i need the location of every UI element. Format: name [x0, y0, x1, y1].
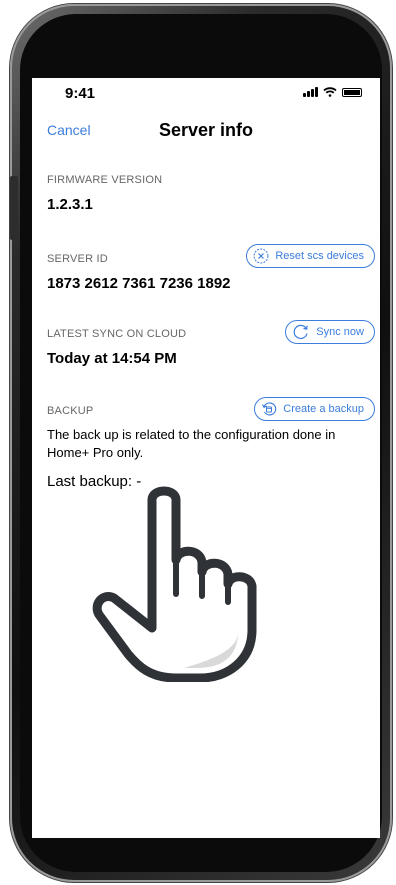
firmware-label: FIRMWARE VERSION [47, 174, 163, 186]
backup-description: The back up is related to the configurat… [47, 427, 336, 460]
status-bar: 9:41 [32, 78, 380, 108]
status-icons [303, 87, 362, 97]
backup-label: BACKUP [47, 405, 94, 417]
firmware-value: 1.2.3.1 [47, 196, 93, 213]
latest-sync-value: Today at 14:54 PM [47, 350, 177, 367]
app-screen: 9:41 Cancel Server info FIRMWARE VERSION… [32, 78, 380, 838]
pointing-hand-icon [92, 486, 257, 682]
server-id-label: SERVER ID [47, 253, 108, 265]
cellular-signal-icon [303, 87, 318, 97]
status-time: 9:41 [65, 85, 96, 102]
sync-now-button[interactable]: Sync now [285, 320, 375, 344]
x-circle-icon [253, 248, 269, 264]
page-title: Server info [158, 120, 254, 140]
navigation-bar: Cancel Server info [32, 118, 380, 146]
reset-scs-devices-label: Reset scs devices [275, 250, 364, 262]
phone-side-button [10, 176, 18, 240]
create-backup-label: Create a backup [283, 403, 364, 415]
backup-icon [262, 402, 277, 416]
latest-sync-label: LATEST SYNC ON CLOUD [47, 328, 187, 340]
reset-scs-devices-button[interactable]: Reset scs devices [246, 244, 375, 268]
create-backup-button[interactable]: Create a backup [254, 397, 375, 421]
server-id-value: 1873 2612 7361 7236 1892 [47, 275, 231, 292]
refresh-icon [293, 324, 308, 339]
sync-now-label: Sync now [316, 326, 364, 338]
battery-icon [342, 87, 362, 97]
wifi-icon [323, 87, 337, 97]
